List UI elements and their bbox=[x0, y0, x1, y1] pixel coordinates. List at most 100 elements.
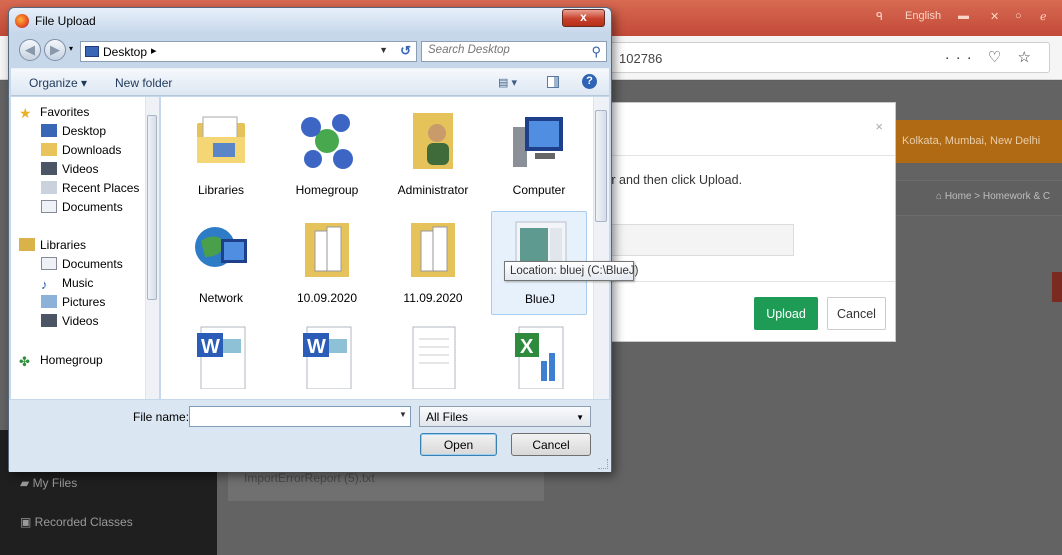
downloads-icon bbox=[41, 143, 57, 156]
file-item-label: Homegroup bbox=[295, 183, 359, 197]
nav-favorites[interactable]: ★ Favorites bbox=[19, 105, 90, 121]
file-name-input[interactable] bbox=[189, 406, 411, 427]
file-item-administrator[interactable]: Administrator bbox=[385, 103, 481, 207]
svg-text:W: W bbox=[201, 336, 220, 358]
file-item-label: 10.09.2020 bbox=[296, 291, 358, 305]
search-box[interactable]: ⚲ bbox=[421, 41, 607, 62]
file-item-label: Computer bbox=[512, 183, 566, 197]
content-scrollbar-thumb[interactable] bbox=[595, 110, 607, 222]
libraries-icon bbox=[19, 238, 35, 251]
language-label[interactable]: English bbox=[905, 10, 941, 22]
nav-scrollbar-thumb[interactable] bbox=[147, 115, 157, 300]
file-item-10-09-2020[interactable]: 10.09.2020 bbox=[279, 211, 375, 315]
desktop-icon bbox=[85, 46, 99, 57]
dialog-title: File Upload bbox=[35, 14, 96, 28]
url-bar[interactable]: 102786 ··· ♡ ☆ bbox=[580, 42, 1050, 73]
nav-desktop[interactable]: Desktop bbox=[41, 124, 106, 138]
nav-label: Favorites bbox=[40, 105, 90, 119]
file-item-text-file[interactable] bbox=[385, 319, 481, 399]
nav-documents[interactable]: Documents bbox=[41, 200, 123, 214]
organize-button[interactable]: Organize ▾ bbox=[29, 76, 87, 90]
views-icon[interactable]: ▤ ▾ bbox=[498, 76, 517, 89]
file-field[interactable] bbox=[601, 224, 794, 256]
help-icon[interactable]: ? bbox=[582, 74, 597, 89]
sidebar-item-my-files[interactable]: ▰ My Files bbox=[20, 476, 77, 490]
close-button[interactable]: x bbox=[562, 9, 605, 27]
file-card-name: ImportErrorReport (5).txt bbox=[244, 471, 375, 485]
libraries-icon bbox=[197, 116, 245, 163]
nav-music[interactable]: ♪ Music bbox=[41, 276, 93, 292]
nav-label: Libraries bbox=[40, 238, 87, 252]
recent-places-icon bbox=[41, 181, 57, 194]
upload-button[interactable]: Upload bbox=[754, 297, 818, 330]
cancel-button[interactable]: Cancel bbox=[827, 297, 886, 330]
nav-label: Desktop bbox=[62, 124, 107, 138]
preview-pane-icon[interactable] bbox=[547, 76, 559, 88]
breadcrumb-text[interactable]: ⌂ Home > Homework & C bbox=[936, 191, 1050, 202]
music-icon: ♪ bbox=[41, 277, 48, 292]
file-type-select[interactable]: All Files ▼ bbox=[419, 406, 591, 427]
documents-icon bbox=[41, 257, 57, 270]
nav-pictures[interactable]: Pictures bbox=[41, 295, 105, 309]
search-icon[interactable]: ⚲ bbox=[591, 44, 601, 60]
folder-icon: ▰ bbox=[20, 476, 33, 490]
cancel-button[interactable]: Cancel bbox=[511, 433, 591, 456]
pictures-icon bbox=[41, 295, 57, 308]
file-item-label: Network bbox=[198, 291, 243, 305]
firefox-menu-icon[interactable]: ᑫ bbox=[876, 10, 883, 23]
file-item-label: 11.09.2020 bbox=[403, 291, 463, 305]
search-input[interactable] bbox=[428, 44, 578, 56]
open-button[interactable]: Open bbox=[420, 433, 497, 456]
chevron-down-icon[interactable]: ▼ bbox=[379, 45, 388, 55]
file-name-panel: File name: ▼ All Files ▼ Open Cancel bbox=[9, 400, 611, 472]
file-item-excel-doc[interactable]: X bbox=[491, 319, 587, 399]
file-item-network[interactable]: Network bbox=[173, 211, 269, 315]
svg-text:W: W bbox=[307, 336, 326, 358]
nav-lib-documents[interactable]: Documents bbox=[41, 257, 123, 271]
nav-label: Videos bbox=[62, 314, 99, 328]
file-item-word-doc[interactable]: W bbox=[173, 319, 269, 399]
chevron-down-icon[interactable]: ▼ bbox=[399, 410, 407, 419]
action-button[interactable] bbox=[1052, 272, 1062, 302]
navigation-bar: ◀ ▶ ▾ Desktop ▸ ▼ ↺ ⚲ bbox=[9, 36, 611, 68]
sidebar-item-label: Recorded Classes bbox=[34, 515, 133, 529]
file-item-label: Libraries bbox=[197, 183, 245, 197]
chevron-down-icon: ▼ bbox=[576, 413, 584, 422]
folder-icon bbox=[411, 223, 455, 277]
sidebar-item-label: My Files bbox=[32, 476, 78, 490]
restore-icon[interactable]: ○ bbox=[1015, 10, 1022, 22]
file-item-libraries[interactable]: Libraries bbox=[173, 103, 269, 207]
new-folder-button[interactable]: New folder bbox=[115, 76, 172, 90]
sidebar-item-recorded-classes[interactable]: ▣ Recorded Classes bbox=[20, 515, 133, 529]
address-bar[interactable]: Desktop ▸ ▼ ↺ bbox=[80, 41, 417, 62]
file-item-word-doc[interactable]: W bbox=[279, 319, 375, 399]
nav-lib-videos[interactable]: Videos bbox=[41, 314, 98, 328]
dialog-title-bar[interactable]: File Upload x bbox=[9, 8, 611, 34]
close-icon[interactable]: × bbox=[875, 119, 883, 134]
url-actions-icon[interactable]: ··· ♡ ☆ bbox=[945, 48, 1037, 66]
resize-grip[interactable] bbox=[598, 459, 608, 469]
minimize-icon[interactable]: ▬ bbox=[958, 10, 969, 22]
maximize-icon[interactable]: ✕ bbox=[990, 10, 999, 23]
nav-label: Documents bbox=[62, 257, 123, 271]
videos-icon bbox=[41, 162, 57, 175]
address-text[interactable]: Desktop bbox=[103, 45, 147, 59]
homegroup-icon bbox=[301, 114, 353, 169]
nav-videos[interactable]: Videos bbox=[41, 162, 98, 176]
recent-pages-icon[interactable]: ▾ bbox=[69, 44, 73, 53]
videos-icon bbox=[41, 314, 57, 327]
file-name-label: File name: bbox=[133, 410, 190, 424]
refresh-icon[interactable]: ↺ bbox=[400, 43, 411, 59]
extension-icon[interactable]: ℯ bbox=[1040, 10, 1047, 23]
url-text: 102786 bbox=[619, 51, 663, 66]
file-item-homegroup[interactable]: Homegroup bbox=[279, 103, 375, 207]
file-item-11-09-2020[interactable]: 11.09.2020 bbox=[385, 211, 481, 315]
chevron-right-icon[interactable]: ▸ bbox=[151, 44, 157, 57]
nav-libraries[interactable]: Libraries bbox=[19, 238, 86, 252]
nav-homegroup[interactable]: ✤ Homegroup bbox=[19, 353, 103, 369]
back-icon[interactable]: ◀ bbox=[19, 39, 41, 61]
nav-recent-places[interactable]: Recent Places bbox=[41, 181, 139, 195]
forward-icon[interactable]: ▶ bbox=[44, 39, 66, 61]
nav-downloads[interactable]: Downloads bbox=[41, 143, 121, 157]
file-item-computer[interactable]: Computer bbox=[491, 103, 587, 207]
